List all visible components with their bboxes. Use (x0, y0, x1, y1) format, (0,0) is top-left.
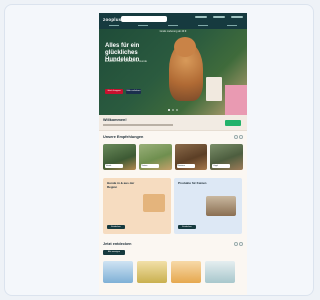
banner-subtitle (103, 124, 173, 126)
browser-frame: zooplus Gratis Lieferung ab 49 € Alles f… (4, 4, 314, 296)
arrow-left-icon[interactable] (234, 242, 238, 246)
banner-title: Willkommen! (103, 118, 127, 122)
promo-button[interactable]: Entdecken (178, 224, 196, 229)
product-package-image (206, 77, 222, 101)
category-nav (99, 24, 247, 28)
promo-card[interactable]: Hunde in & aus der Region Entdecken (103, 178, 171, 234)
hero-subtitle: Entdecke unser Sortiment für Hunde (105, 60, 147, 63)
category-nav-item[interactable] (227, 25, 238, 26)
arrow-right-icon[interactable] (239, 135, 243, 139)
brand-logo[interactable]: zooplus (103, 17, 121, 22)
category-card[interactable]: Katzen (138, 144, 172, 170)
header-actions (195, 16, 243, 18)
section-title: Jetzt entdecken (103, 242, 132, 246)
hero-tagline: Gratis Lieferung ab 49 € (159, 30, 187, 33)
card-label: Kleintiere (176, 164, 195, 168)
header-link[interactable] (231, 16, 243, 18)
promo-title: Produkte für Katzen (178, 181, 207, 185)
product-card[interactable] (137, 260, 167, 283)
carousel-arrows (234, 135, 243, 139)
hero-primary-button[interactable]: Jetzt shoppen (105, 89, 123, 94)
carousel-arrows (234, 242, 243, 246)
promo-corner (225, 85, 247, 115)
carousel-dot[interactable] (172, 109, 174, 111)
arrow-right-icon[interactable] (239, 242, 243, 246)
category-card[interactable]: Vögel (210, 144, 243, 170)
product-card[interactable] (205, 260, 235, 283)
category-nav-item[interactable] (108, 25, 119, 26)
lower-section: Jetzt entdecken Alle anzeigen (99, 238, 247, 287)
category-card[interactable]: Kleintiere (174, 144, 208, 170)
category-nav-item[interactable] (197, 25, 208, 26)
card-label: Vögel (212, 164, 231, 168)
carousel-dot[interactable] (168, 109, 170, 111)
recommendations-section: Unsere Empfehlungen Hunde Katzen Kleinti… (99, 131, 247, 174)
hero-secondary-button[interactable]: Mehr erfahren (126, 89, 141, 94)
category-nav-item[interactable] (138, 25, 149, 26)
carousel-dot[interactable] (176, 109, 178, 111)
search-input[interactable] (121, 16, 167, 22)
web-page: zooplus Gratis Lieferung ab 49 € Alles f… (99, 13, 247, 295)
header-link[interactable] (213, 16, 225, 18)
arrow-left-icon[interactable] (234, 135, 238, 139)
card-label: Katzen (140, 164, 159, 168)
section-title: Unsere Empfehlungen (103, 135, 144, 139)
promo-card[interactable]: Produkte für Katzen Entdecken (174, 178, 242, 234)
product-card[interactable] (171, 260, 201, 283)
category-card[interactable]: Hunde (103, 144, 136, 170)
header-link[interactable] (195, 16, 207, 18)
category-cards: Hunde Katzen Kleintiere Vögel (103, 144, 243, 170)
promo-row: Hunde in & aus der Region Entdecken Prod… (99, 174, 247, 238)
top-navigation: zooplus (99, 13, 247, 29)
product-card[interactable] (103, 260, 133, 283)
carousel-dots (168, 109, 178, 111)
card-label: Hunde (105, 164, 123, 168)
promo-title: Hunde in & aus der Region (107, 181, 135, 189)
promo-image (143, 194, 165, 212)
promo-image (206, 196, 236, 216)
product-row (103, 260, 243, 283)
banner-button[interactable] (225, 120, 241, 126)
dog-head-image (174, 37, 196, 57)
category-nav-item[interactable] (167, 25, 178, 26)
welcome-banner: Willkommen! (99, 115, 247, 131)
hero-banner[interactable]: Gratis Lieferung ab 49 € Alles für ein g… (99, 29, 247, 115)
view-all-button[interactable]: Alle anzeigen (103, 250, 125, 255)
promo-button[interactable]: Entdecken (107, 224, 125, 229)
